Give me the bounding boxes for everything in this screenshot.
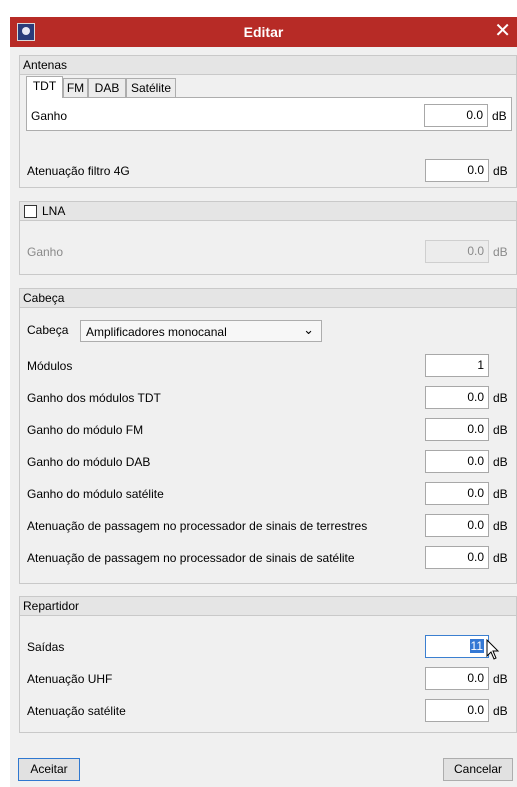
ganho-input[interactable]: 0.0 — [424, 104, 488, 127]
atenuacao-satelite-input[interactable]: 0.0 — [425, 699, 489, 722]
repartidor-header: Repartidor — [20, 597, 516, 616]
atenuacao-satelite-proc-label: Atenuação de passagem no processador de … — [27, 551, 355, 565]
ganho-unit: dB — [492, 109, 507, 123]
ganho-fm-input[interactable]: 0.0 — [425, 418, 489, 441]
atenuacao-4g-input[interactable]: 0.0 — [425, 159, 489, 182]
saidas-value: 11 — [469, 639, 484, 653]
atenuacao-satelite-proc-input[interactable]: 0.0 — [425, 546, 489, 569]
cabeca-header: Cabeça — [20, 289, 516, 308]
ganho-satelite-unit: dB — [493, 487, 508, 501]
tab-dab[interactable]: DAB — [88, 78, 126, 98]
dialog-body: Antenas TDT FM DAB Satélite Ganho 0.0 dB… — [10, 47, 517, 787]
atenuacao-uhf-input[interactable]: 0.0 — [425, 667, 489, 690]
close-icon[interactable]: ✕ — [494, 20, 511, 42]
ganho-tdt-label: Ganho dos módulos TDT — [27, 391, 161, 405]
atenuacao-4g-unit: dB — [493, 164, 508, 178]
cancelar-button[interactable]: Cancelar — [443, 758, 513, 781]
mouse-cursor-icon — [486, 639, 500, 660]
lna-checkbox-label: LNA — [42, 204, 66, 218]
ganho-satelite-label: Ganho do módulo satélite — [27, 487, 164, 501]
repartidor-group: Repartidor Saídas 11 Atenuação UHF 0.0 d… — [19, 596, 517, 733]
lna-ganho-unit: dB — [493, 245, 508, 259]
ganho-label: Ganho — [31, 109, 68, 123]
cabeca-combo-label: Cabeça — [27, 323, 69, 337]
modulos-label: Módulos — [27, 359, 73, 373]
saidas-input[interactable]: 11 — [425, 635, 489, 658]
atenuacao-terrestres-input[interactable]: 0.0 — [425, 514, 489, 537]
cabeca-select[interactable]: Amplificadores monocanal ⌄ — [80, 320, 322, 342]
lna-group: LNA Ganho 0.0 dB — [19, 201, 517, 275]
modulos-input[interactable]: 1 — [425, 354, 489, 377]
window-title: Editar — [243, 24, 284, 40]
ganho-tdt-input[interactable]: 0.0 — [425, 386, 489, 409]
atenuacao-terrestres-label: Atenuação de passagem no processador de … — [27, 519, 368, 533]
aceitar-button[interactable]: Aceitar — [18, 758, 80, 781]
saidas-label: Saídas — [27, 640, 65, 654]
ganho-tdt-unit: dB — [493, 391, 508, 405]
ganho-fm-label: Ganho do módulo FM — [27, 423, 144, 437]
cabeca-select-value: Amplificadores monocanal — [86, 325, 227, 339]
ganho-dab-unit: dB — [493, 455, 508, 469]
antenas-header: Antenas — [20, 56, 516, 75]
lna-header: LNA — [20, 202, 516, 221]
ganho-dab-input[interactable]: 0.0 — [425, 450, 489, 473]
atenuacao-satelite-unit: dB — [493, 704, 508, 718]
tab-panel-tdt: Ganho 0.0 dB — [26, 97, 512, 131]
ganho-fm-unit: dB — [493, 423, 508, 437]
title-bar: Editar ✕ — [10, 17, 517, 47]
atenuacao-satelite-label: Atenuação satélite — [27, 704, 126, 718]
atenuacao-4g-label: Atenuação filtro 4G — [27, 164, 130, 178]
antenas-group: Antenas TDT FM DAB Satélite Ganho 0.0 dB… — [19, 55, 517, 188]
ganho-dab-label: Ganho do módulo DAB — [27, 455, 151, 469]
cabeca-group: Cabeça Cabeça Amplificadores monocanal ⌄… — [19, 288, 517, 584]
atenuacao-satelite-proc-unit: dB — [493, 551, 508, 565]
lna-ganho-input[interactable]: 0.0 — [425, 240, 489, 263]
tab-fm[interactable]: FM — [63, 78, 88, 98]
atenuacao-uhf-unit: dB — [493, 672, 508, 686]
chevron-down-icon: ⌄ — [303, 322, 314, 337]
atenuacao-terrestres-unit: dB — [493, 519, 508, 533]
tab-satelite[interactable]: Satélite — [126, 78, 176, 98]
lna-checkbox[interactable] — [24, 205, 37, 218]
tab-tdt[interactable]: TDT — [26, 76, 63, 98]
atenuacao-uhf-label: Atenuação UHF — [27, 672, 113, 686]
lna-ganho-label: Ganho — [27, 245, 64, 259]
ganho-satelite-input[interactable]: 0.0 — [425, 482, 489, 505]
